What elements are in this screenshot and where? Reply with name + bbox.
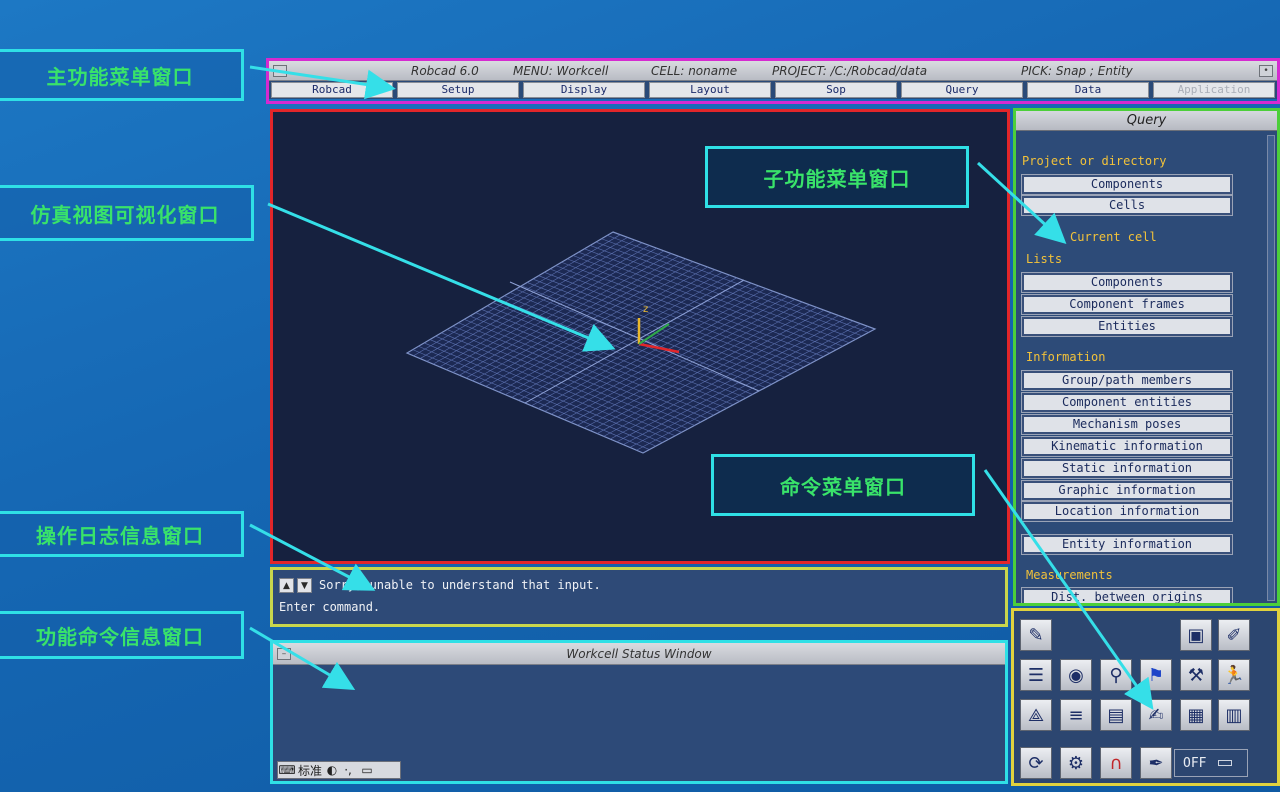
menu-application[interactable]: Application	[1153, 82, 1275, 98]
tool-chart-icon[interactable]: ▥	[1218, 699, 1250, 731]
tool-weld-icon[interactable]: ⚒	[1180, 659, 1212, 691]
callout-log: 操作日志信息窗口	[0, 511, 244, 557]
tool-cycle-icon[interactable]: ⟳	[1020, 747, 1052, 779]
svg-text:z: z	[643, 304, 648, 315]
query-btn-kinematic-information[interactable]: Kinematic information	[1021, 436, 1233, 457]
status-window-title: Workcell Status Window	[566, 646, 712, 661]
section-current-cell: Current cell	[1070, 230, 1157, 244]
menu-robcad[interactable]: Robcad	[271, 82, 393, 98]
tool-gear-icon[interactable]: ⚙	[1060, 747, 1092, 779]
title-menu: MENU: Workcell	[513, 63, 609, 78]
callout-submenu: 子功能菜单窗口	[705, 146, 969, 208]
toggle-indicator-icon	[1218, 760, 1233, 766]
section-project: Project or directory	[1022, 154, 1167, 168]
query-panel: Query Project or directory Components Ce…	[1013, 108, 1280, 606]
tool-document-icon[interactable]: ▣	[1180, 619, 1212, 651]
menu-query[interactable]: Query	[901, 82, 1023, 98]
query-btn-dist-between-origins[interactable]: Dist. between origins	[1021, 587, 1233, 603]
input-method-icon[interactable]: ⌨	[278, 763, 296, 777]
tool-flag-icon[interactable]: ⚑	[1140, 659, 1172, 691]
callout-main-menu: 主功能菜单窗口	[0, 49, 244, 101]
tool-layers-icon[interactable]: ≡	[1060, 699, 1092, 731]
title-cell: CELL: noname	[651, 63, 738, 78]
tool-magnet-icon[interactable]: ∩	[1100, 747, 1132, 779]
menu-data[interactable]: Data	[1027, 82, 1149, 98]
query-btn-component-entities[interactable]: Component entities	[1021, 392, 1233, 413]
title-project: PROJECT: /C:/Robcad/data	[772, 63, 928, 78]
input-mode-label[interactable]: 标准	[296, 762, 324, 779]
tool-gun-icon[interactable]: ✍	[1140, 699, 1172, 731]
status-titlebar: – Workcell Status Window	[273, 643, 1005, 665]
window-menu-icon[interactable]: –	[273, 64, 287, 77]
status-window: – Workcell Status Window ⌨ 标准 ◐ ·, ▭	[270, 640, 1008, 784]
app-titlebar: – Robcad 6.0 MENU: Workcell CELL: noname…	[269, 61, 1277, 81]
tool-path-icon[interactable]: ⟁	[1020, 699, 1052, 731]
section-measurements: Measurements	[1026, 568, 1113, 582]
section-information: Information	[1026, 350, 1106, 364]
tool-marker-icon[interactable]: ✒	[1140, 747, 1172, 779]
menu-setup[interactable]: Setup	[397, 82, 519, 98]
callout-status: 功能命令信息窗口	[0, 611, 244, 659]
query-btn-entities[interactable]: Entities	[1021, 316, 1233, 337]
query-btn-location-information[interactable]: Location information	[1021, 501, 1233, 522]
query-btn-components[interactable]: Components	[1021, 272, 1233, 293]
menu-display[interactable]: Display	[523, 82, 645, 98]
title-app: Robcad 6.0	[411, 63, 479, 78]
query-btn-component-frames[interactable]: Component frames	[1021, 294, 1233, 315]
query-title: Query	[1016, 111, 1277, 131]
query-btn-static-information[interactable]: Static information	[1021, 458, 1233, 479]
menu-layout[interactable]: Layout	[649, 82, 771, 98]
tool-pencil-icon[interactable]: ✎	[1020, 619, 1052, 651]
log-line-2: Enter command.	[279, 600, 381, 614]
callout-viewport: 仿真视图可视化窗口	[0, 185, 254, 241]
log-line-1: Sorry, unable to understand that input.	[319, 578, 601, 592]
tool-list-icon[interactable]: ☰	[1020, 659, 1052, 691]
status-toolbar: ⌨ 标准 ◐ ·, ▭	[277, 761, 401, 779]
query-btn-entity-information[interactable]: Entity information	[1021, 534, 1233, 555]
dot-icon[interactable]: ·,	[340, 763, 356, 777]
tool-table-icon[interactable]: ▤	[1100, 699, 1132, 731]
command-window: ✎ ▣ ✐ ☰ ◉ ⚲ ⚑ ⚒ 🏃 ⟁ ≡ ▤ ✍ ▦ ▥ ⟳ ⚙ ∩ ✒ OF…	[1011, 608, 1280, 786]
tool-runner-icon[interactable]: 🏃	[1218, 659, 1250, 691]
log-window: ▲ ▼ Sorry, unable to understand that inp…	[270, 567, 1008, 627]
tool-eye-icon[interactable]: ◉	[1060, 659, 1092, 691]
main-menubar: Robcad Setup Display Layout Sop Query Da…	[269, 81, 1277, 99]
menu-sop[interactable]: Sop	[775, 82, 897, 98]
main-menu-window: – Robcad 6.0 MENU: Workcell CELL: noname…	[266, 58, 1280, 104]
title-pick: PICK: Snap ; Entity	[1021, 63, 1133, 78]
query-btn-cells[interactable]: Cells	[1021, 195, 1233, 216]
window-close-icon[interactable]: •	[1259, 64, 1273, 77]
tool-grid-icon[interactable]: ▦	[1180, 699, 1212, 731]
keyboard-icon[interactable]: ▭	[356, 763, 378, 777]
query-scrollbar[interactable]	[1267, 135, 1275, 601]
query-btn-mechanism-poses[interactable]: Mechanism poses	[1021, 414, 1233, 435]
log-scroll-up-icon[interactable]: ▲	[279, 578, 294, 593]
log-scroll-down-icon[interactable]: ▼	[297, 578, 312, 593]
query-btn-group-path-members[interactable]: Group/path members	[1021, 370, 1233, 391]
callout-command: 命令菜单窗口	[711, 454, 975, 516]
section-lists: Lists	[1026, 252, 1063, 266]
query-btn-graphic-information[interactable]: Graphic information	[1021, 480, 1233, 501]
tool-edit-icon[interactable]: ✐	[1218, 619, 1250, 651]
moon-icon[interactable]: ◐	[324, 763, 340, 777]
off-label: OFF	[1183, 755, 1207, 771]
query-btn-project-components[interactable]: Components	[1021, 174, 1233, 195]
off-toggle[interactable]: OFF	[1174, 749, 1248, 777]
tool-robot-icon[interactable]: ⚲	[1100, 659, 1132, 691]
